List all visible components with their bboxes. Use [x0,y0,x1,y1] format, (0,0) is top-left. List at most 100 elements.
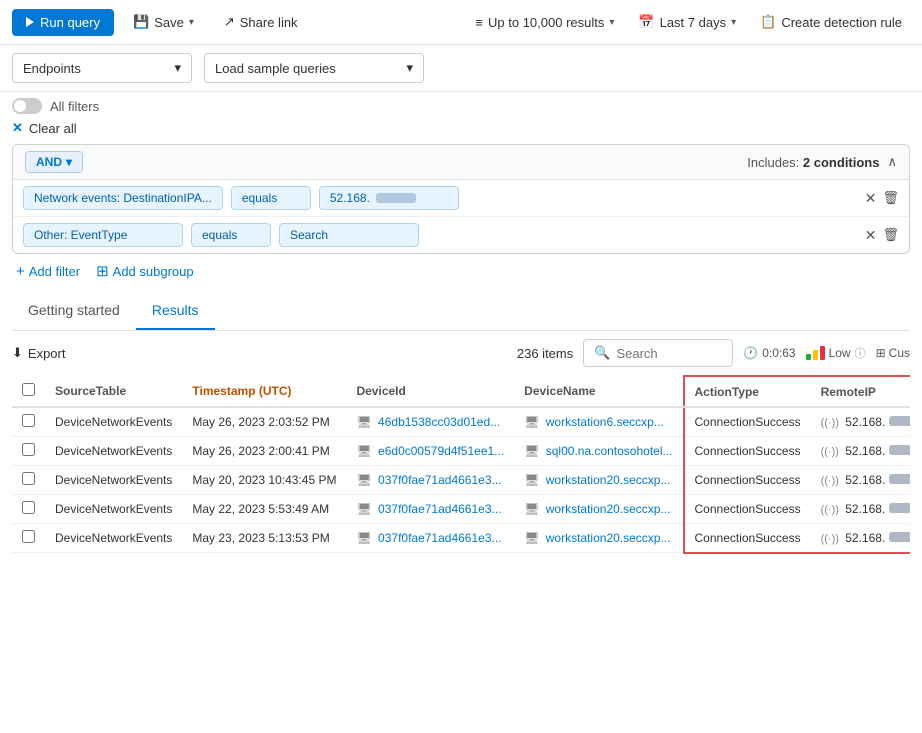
row-timestamp: May 23, 2023 5:13:53 PM [182,524,346,553]
row-remote-ip: ((·)) 52.168. [811,495,910,524]
condition-delete-1[interactable]: 🗑 [882,190,899,206]
add-subgroup-plus-icon: ⊞ [96,262,109,280]
row-checkbox-cell[interactable] [12,524,45,553]
device-name-link[interactable]: workstation6.seccxp... [546,415,664,429]
workstation-icon: 🖥 [524,473,539,487]
table-row: DeviceNetworkEvents May 22, 2023 5:53:49… [12,495,910,524]
time-range-button[interactable]: 📅 Last 7 days ▾ [630,9,744,35]
row-checkbox[interactable] [22,530,35,543]
row-timestamp: May 26, 2023 2:03:52 PM [182,407,346,437]
row-checkbox[interactable] [22,501,35,514]
sample-queries-dropdown[interactable]: Load sample queries ▾ [204,53,424,83]
condition-op-label-1: equals [242,191,277,205]
condition-val-2[interactable]: Search [279,223,419,247]
device-name-link[interactable]: workstation20.seccxp... [546,531,671,545]
row-checkbox-cell[interactable] [12,495,45,524]
tab-results[interactable]: Results [136,292,215,330]
condition-row-1: Network events: DestinationIPA... equals… [13,180,909,217]
row-action-type: ConnectionSuccess [684,407,811,437]
condition-field-1[interactable]: Network events: DestinationIPA... [23,186,223,210]
row-checkbox-cell[interactable] [12,437,45,466]
condition-panel-header: AND ▾ Includes: 2 conditions ∧ [13,145,909,180]
add-filter-button[interactable]: + Add filter [16,263,80,280]
condition-val-1[interactable]: 52.168. [319,186,459,210]
device-id-link[interactable]: 037f0fae71ad4661e3... [378,473,501,487]
severity-label: Low [829,346,851,360]
monitor-icon: 🖥 [356,415,371,429]
export-button[interactable]: ⬇ Export [12,345,65,361]
condition-clear-1[interactable]: ✕ [865,190,877,207]
items-count: 236 items [517,346,573,361]
wifi-icon: ((·)) [821,446,839,458]
and-badge-button[interactable]: AND ▾ [25,151,83,173]
col-header-action-type: ActionType [684,376,811,407]
device-id-link[interactable]: 46db1538cc03d01ed... [378,415,500,429]
sample-queries-label: Load sample queries [215,61,336,76]
collapse-conditions-icon[interactable]: ∧ [887,154,897,170]
row-device-id: 🖥 037f0fae71ad4661e3... [346,495,514,524]
share-link-label: Share link [240,15,298,30]
device-id-link[interactable]: 037f0fae71ad4661e3... [378,502,501,516]
customize-columns-button[interactable]: ⊞ Cus [876,346,910,360]
workstation-icon: 🖥 [524,531,539,545]
device-name-link[interactable]: workstation20.seccxp... [546,502,671,516]
timer-badge: 🕐 0:0:63 [743,346,795,360]
device-name-link[interactable]: sql00.na.contosohotel... [546,444,673,458]
condition-delete-2[interactable]: 🗑 [882,227,899,243]
filter-header: ✕ Clear all [12,120,910,136]
wifi-icon: ((·)) [821,417,839,429]
row-remote-ip: ((·)) 52.168. [811,466,910,495]
row-checkbox[interactable] [22,414,35,427]
condition-op-label-2: equals [202,228,237,242]
condition-actions-1: ✕ 🗑 [865,190,899,207]
all-filters-toggle[interactable] [12,98,42,114]
share-link-button[interactable]: ↗ Share link [213,8,309,36]
row-checkbox[interactable] [22,443,35,456]
table-row: DeviceNetworkEvents May 26, 2023 2:00:41… [12,437,910,466]
row-checkbox-cell[interactable] [12,466,45,495]
run-query-label: Run query [40,15,100,30]
add-filter-row: + Add filter ⊞ Add subgroup [12,254,910,280]
select-all-header[interactable] [12,376,45,407]
condition-op-2[interactable]: equals [191,223,271,247]
condition-panel: AND ▾ Includes: 2 conditions ∧ Network e… [12,144,910,254]
results-search-box[interactable]: 🔍 [583,339,733,367]
results-table-wrapper: SourceTable Timestamp (UTC) DeviceId Dev… [12,375,910,554]
severity-info-icon: ⓘ [855,345,866,361]
results-search-input[interactable] [616,346,722,361]
condition-field-2[interactable]: Other: EventType [23,223,183,247]
condition-op-1[interactable]: equals [231,186,311,210]
bar-low [806,354,811,360]
workstation-icon: 🖥 [524,502,539,516]
run-query-button[interactable]: Run query [12,9,114,36]
create-detection-rule-button[interactable]: 📋 Create detection rule [752,9,910,35]
col-header-device-id: DeviceId [346,376,514,407]
row-device-id: 🖥 46db1538cc03d01ed... [346,407,514,437]
severity-bars [806,346,825,360]
device-id-link[interactable]: 037f0fae71ad4661e3... [378,531,501,545]
time-range-chevron: ▾ [731,17,736,28]
tab-getting-started[interactable]: Getting started [12,292,136,330]
add-subgroup-button[interactable]: ⊞ Add subgroup [96,262,194,280]
and-chevron-icon: ▾ [66,155,72,169]
device-id-link[interactable]: e6d0c00579d4f51ee1... [378,444,504,458]
endpoints-label: Endpoints [23,61,81,76]
row-timestamp: May 20, 2023 10:43:45 PM [182,466,346,495]
results-limit-button[interactable]: ≡ Up to 10,000 results ▾ [467,10,622,35]
condition-clear-2[interactable]: ✕ [865,227,877,244]
endpoints-dropdown[interactable]: Endpoints ▾ [12,53,192,83]
save-button[interactable]: 💾 Save ▾ [122,8,205,36]
select-all-checkbox[interactable] [22,383,35,396]
row-checkbox-cell[interactable] [12,407,45,437]
row-timestamp: May 26, 2023 2:00:41 PM [182,437,346,466]
device-name-link[interactable]: workstation20.seccxp... [546,473,671,487]
results-section: Getting started Results ⬇ Export 236 ite… [0,292,922,554]
condition-field-label-1: Network events: DestinationIPA... [34,191,212,205]
monitor-icon: 🖥 [356,444,371,458]
row-checkbox[interactable] [22,472,35,485]
save-icon: 💾 [133,14,149,30]
bar-med [813,350,818,360]
play-icon [26,17,34,27]
row-action-type: ConnectionSuccess [684,524,811,553]
clear-all-button[interactable]: ✕ Clear all [12,120,77,136]
